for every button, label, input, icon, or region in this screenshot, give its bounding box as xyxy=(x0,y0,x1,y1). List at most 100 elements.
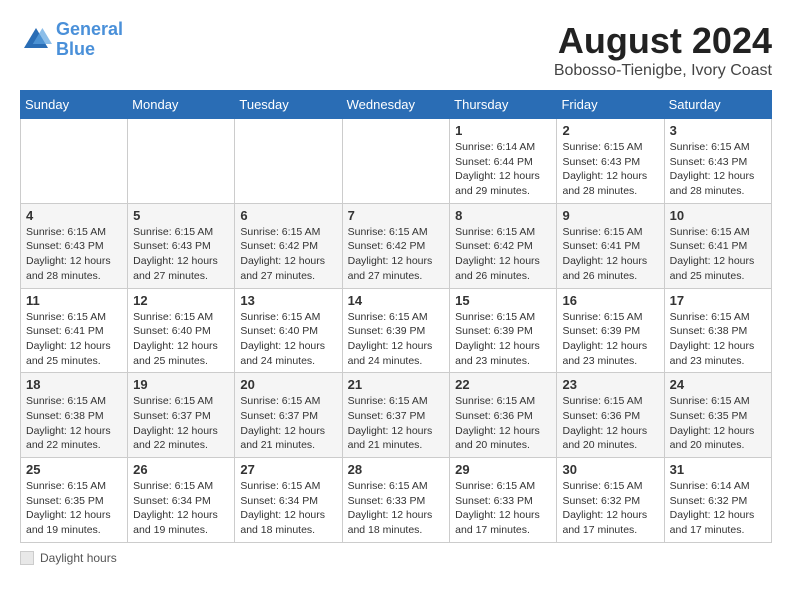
day-info: Sunrise: 6:15 AM Sunset: 6:42 PM Dayligh… xyxy=(240,225,336,284)
day-info: Sunrise: 6:15 AM Sunset: 6:36 PM Dayligh… xyxy=(455,394,551,453)
day-number: 7 xyxy=(348,208,445,223)
day-info: Sunrise: 6:15 AM Sunset: 6:41 PM Dayligh… xyxy=(26,310,122,369)
week-row-3: 18 Sunrise: 6:15 AM Sunset: 6:38 PM Dayli… xyxy=(21,373,772,458)
day-info: Sunrise: 6:15 AM Sunset: 6:43 PM Dayligh… xyxy=(26,225,122,284)
footer-box-icon xyxy=(20,551,34,565)
day-number: 16 xyxy=(562,293,658,308)
day-info: Sunrise: 6:15 AM Sunset: 6:39 PM Dayligh… xyxy=(562,310,658,369)
calendar-cell: 10Sunrise: 6:15 AM Sunset: 6:41 PM Dayli… xyxy=(664,203,771,288)
day-number: 3 xyxy=(670,123,766,138)
calendar-cell xyxy=(342,119,450,204)
day-number: 17 xyxy=(670,293,766,308)
calendar-cell: 21 Sunrise: 6:15 AM Sunset: 6:37 PM Dayli… xyxy=(342,373,450,458)
page-header: General Blue August 2024 Bobosso-Tienigb… xyxy=(20,20,772,80)
day-number: 15 xyxy=(455,293,551,308)
day-number: 28 xyxy=(348,462,445,477)
day-number: 5 xyxy=(133,208,229,223)
calendar-cell: 7 Sunrise: 6:15 AM Sunset: 6:42 PM Daylig… xyxy=(342,203,450,288)
day-info: Sunrise: 6:15 AM Sunset: 6:37 PM Dayligh… xyxy=(240,394,336,453)
day-info: Sunrise: 6:15 AM Sunset: 6:38 PM Dayligh… xyxy=(26,394,122,453)
day-info: Sunrise: 6:15 AM Sunset: 6:42 PM Dayligh… xyxy=(455,225,551,284)
header-friday: Friday xyxy=(557,91,664,119)
day-info: Sunrise: 6:15 AM Sunset: 6:38 PM Dayligh… xyxy=(670,310,766,369)
header-sunday: Sunday xyxy=(21,91,128,119)
day-info: Sunrise: 6:15 AM Sunset: 6:43 PM Dayligh… xyxy=(562,140,658,199)
calendar-cell: 9 Sunrise: 6:15 AM Sunset: 6:41 PM Daylig… xyxy=(557,203,664,288)
calendar-cell: 23 Sunrise: 6:15 AM Sunset: 6:36 PM Dayli… xyxy=(557,373,664,458)
calendar-cell: 22 Sunrise: 6:15 AM Sunset: 6:36 PM Dayli… xyxy=(450,373,557,458)
day-info: Sunrise: 6:15 AM Sunset: 6:37 PM Dayligh… xyxy=(348,394,445,453)
day-number: 23 xyxy=(562,377,658,392)
location: Bobosso-Tienigbe, Ivory Coast xyxy=(554,62,772,80)
day-number: 31 xyxy=(670,462,766,477)
header-monday: Monday xyxy=(128,91,235,119)
day-info: Sunrise: 6:15 AM Sunset: 6:33 PM Dayligh… xyxy=(455,479,551,538)
calendar-cell: 12Sunrise: 6:15 AM Sunset: 6:40 PM Dayli… xyxy=(128,288,235,373)
day-info: Sunrise: 6:15 AM Sunset: 6:41 PM Dayligh… xyxy=(670,225,766,284)
day-number: 27 xyxy=(240,462,336,477)
calendar-cell: 28 Sunrise: 6:15 AM Sunset: 6:33 PM Dayli… xyxy=(342,458,450,543)
header-row: SundayMondayTuesdayWednesdayThursdayFrid… xyxy=(21,91,772,119)
week-row-1: 4Sunrise: 6:15 AM Sunset: 6:43 PM Daylig… xyxy=(21,203,772,288)
day-info: Sunrise: 6:14 AM Sunset: 6:44 PM Dayligh… xyxy=(455,140,551,199)
calendar-cell: 8 Sunrise: 6:15 AM Sunset: 6:42 PM Daylig… xyxy=(450,203,557,288)
day-number: 22 xyxy=(455,377,551,392)
calendar-cell: 19Sunrise: 6:15 AM Sunset: 6:37 PM Dayli… xyxy=(128,373,235,458)
day-number: 19 xyxy=(133,377,229,392)
logo-icon xyxy=(20,24,52,56)
week-row-0: 1Sunrise: 6:14 AM Sunset: 6:44 PM Daylig… xyxy=(21,119,772,204)
day-info: Sunrise: 6:15 AM Sunset: 6:33 PM Dayligh… xyxy=(348,479,445,538)
calendar-cell: 20 Sunrise: 6:15 AM Sunset: 6:37 PM Dayli… xyxy=(235,373,342,458)
day-number: 6 xyxy=(240,208,336,223)
calendar-cell: 2Sunrise: 6:15 AM Sunset: 6:43 PM Daylig… xyxy=(557,119,664,204)
day-number: 21 xyxy=(348,377,445,392)
calendar-table: SundayMondayTuesdayWednesdayThursdayFrid… xyxy=(20,90,772,543)
day-info: Sunrise: 6:14 AM Sunset: 6:32 PM Dayligh… xyxy=(670,479,766,538)
day-number: 18 xyxy=(26,377,122,392)
calendar-cell: 24 Sunrise: 6:15 AM Sunset: 6:35 PM Dayli… xyxy=(664,373,771,458)
calendar-cell: 25 Sunrise: 6:15 AM Sunset: 6:35 PM Dayli… xyxy=(21,458,128,543)
day-number: 9 xyxy=(562,208,658,223)
calendar-header: SundayMondayTuesdayWednesdayThursdayFrid… xyxy=(21,91,772,119)
day-info: Sunrise: 6:15 AM Sunset: 6:35 PM Dayligh… xyxy=(670,394,766,453)
day-number: 29 xyxy=(455,462,551,477)
week-row-4: 25 Sunrise: 6:15 AM Sunset: 6:35 PM Dayli… xyxy=(21,458,772,543)
header-thursday: Thursday xyxy=(450,91,557,119)
day-number: 24 xyxy=(670,377,766,392)
calendar-cell: 16 Sunrise: 6:15 AM Sunset: 6:39 PM Dayli… xyxy=(557,288,664,373)
calendar-cell: 3Sunrise: 6:15 AM Sunset: 6:43 PM Daylig… xyxy=(664,119,771,204)
calendar-cell: 31 Sunrise: 6:14 AM Sunset: 6:32 PM Dayli… xyxy=(664,458,771,543)
day-info: Sunrise: 6:15 AM Sunset: 6:40 PM Dayligh… xyxy=(240,310,336,369)
logo-blue: Blue xyxy=(56,39,95,59)
calendar-cell xyxy=(128,119,235,204)
day-info: Sunrise: 6:15 AM Sunset: 6:39 PM Dayligh… xyxy=(348,310,445,369)
calendar-cell: 5 Sunrise: 6:15 AM Sunset: 6:43 PM Daylig… xyxy=(128,203,235,288)
calendar-cell xyxy=(21,119,128,204)
calendar-cell: 6 Sunrise: 6:15 AM Sunset: 6:42 PM Daylig… xyxy=(235,203,342,288)
day-number: 25 xyxy=(26,462,122,477)
footer-label: Daylight hours xyxy=(40,551,117,565)
title-block: August 2024 Bobosso-Tienigbe, Ivory Coas… xyxy=(554,20,772,80)
day-info: Sunrise: 6:15 AM Sunset: 6:32 PM Dayligh… xyxy=(562,479,658,538)
calendar-cell: 15 Sunrise: 6:15 AM Sunset: 6:39 PM Dayli… xyxy=(450,288,557,373)
footer-note: Daylight hours xyxy=(20,551,772,565)
day-info: Sunrise: 6:15 AM Sunset: 6:43 PM Dayligh… xyxy=(133,225,229,284)
day-info: Sunrise: 6:15 AM Sunset: 6:34 PM Dayligh… xyxy=(240,479,336,538)
calendar-cell: 29 Sunrise: 6:15 AM Sunset: 6:33 PM Dayli… xyxy=(450,458,557,543)
calendar-body: 1Sunrise: 6:14 AM Sunset: 6:44 PM Daylig… xyxy=(21,119,772,543)
day-number: 11 xyxy=(26,293,122,308)
logo-text: General Blue xyxy=(56,20,123,60)
day-number: 13 xyxy=(240,293,336,308)
day-number: 8 xyxy=(455,208,551,223)
day-info: Sunrise: 6:15 AM Sunset: 6:39 PM Dayligh… xyxy=(455,310,551,369)
day-info: Sunrise: 6:15 AM Sunset: 6:35 PM Dayligh… xyxy=(26,479,122,538)
day-info: Sunrise: 6:15 AM Sunset: 6:41 PM Dayligh… xyxy=(562,225,658,284)
week-row-2: 11 Sunrise: 6:15 AM Sunset: 6:41 PM Dayli… xyxy=(21,288,772,373)
day-info: Sunrise: 6:15 AM Sunset: 6:36 PM Dayligh… xyxy=(562,394,658,453)
logo-general: General xyxy=(56,19,123,39)
month-year: August 2024 xyxy=(554,20,772,62)
day-number: 30 xyxy=(562,462,658,477)
day-number: 20 xyxy=(240,377,336,392)
calendar-cell: 11 Sunrise: 6:15 AM Sunset: 6:41 PM Dayli… xyxy=(21,288,128,373)
day-info: Sunrise: 6:15 AM Sunset: 6:42 PM Dayligh… xyxy=(348,225,445,284)
